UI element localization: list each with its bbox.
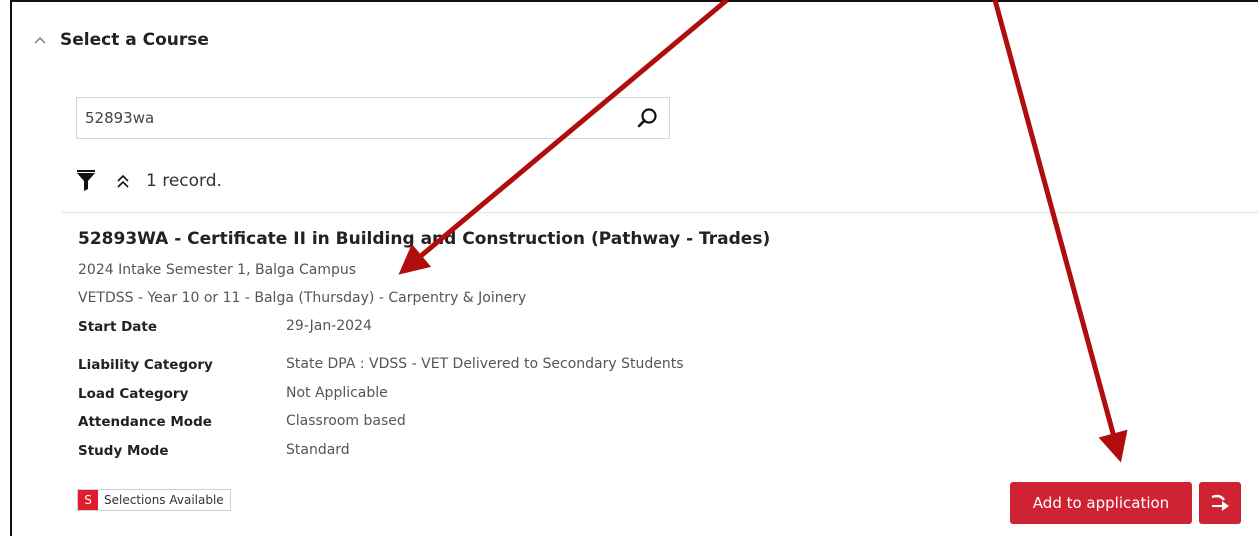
detail-value: Standard [286,442,350,458]
detail-label: Start Date [78,319,158,335]
detail-value: State DPA : VDSS - VET Delivered to Seco… [286,356,684,372]
detail-label: Study Mode [78,443,169,459]
arrow-right-icon [1211,494,1229,511]
detail-label: Load Category [78,386,189,402]
chevron-up-icon[interactable] [32,32,48,48]
section-header[interactable]: Select a Course [32,30,209,50]
search-icon [637,108,657,128]
selections-badge[interactable]: S Selections Available [77,489,231,511]
open-course-button[interactable] [1199,482,1241,524]
detail-value: Classroom based [286,413,406,429]
course-program: VETDSS - Year 10 or 11 - Balga (Thursday… [78,290,527,306]
section-title: Select a Course [60,30,209,50]
divider [62,212,1258,213]
add-to-application-button[interactable]: Add to application [1010,482,1192,524]
badge-letter: S [78,490,98,510]
filter-icon[interactable] [76,170,96,192]
detail-label: Liability Category [78,357,213,373]
course-intake: 2024 Intake Semester 1, Balga Campus [78,262,357,278]
double-chevron-up-icon[interactable] [116,173,130,189]
detail-label: Attendance Mode [78,414,212,430]
detail-value: Not Applicable [286,385,388,401]
search-button[interactable] [625,98,669,138]
badge-label: Selections Available [104,493,224,507]
search-box [76,97,670,139]
record-count: 1 record. [146,171,222,191]
detail-value: 29-Jan-2024 [286,318,372,334]
search-input[interactable] [77,98,625,138]
results-toolbar: 1 record. [76,170,222,192]
course-title[interactable]: 52893WA - Certificate II in Building and… [78,229,770,249]
